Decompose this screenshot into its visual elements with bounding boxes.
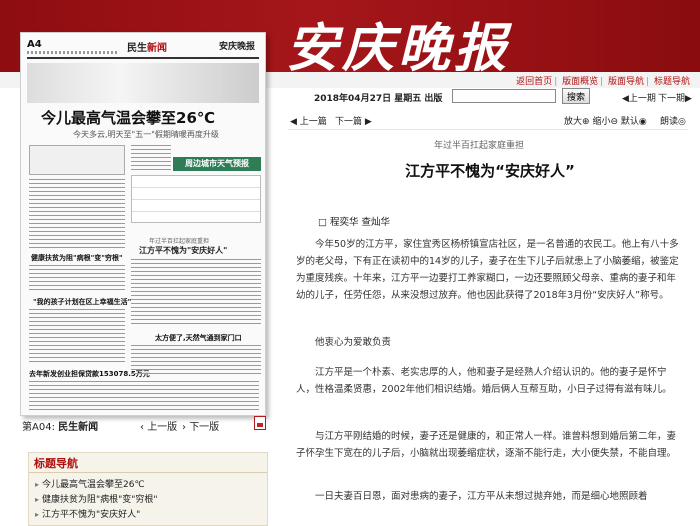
prev-page-link[interactable]: ‹ 上一版 — [140, 418, 177, 433]
pdf-icon[interactable] — [254, 416, 266, 430]
preview-brand: 安庆晚报 — [218, 42, 255, 52]
title-nav-heading: 标题导航 — [34, 457, 78, 470]
preview-section: 民生新闻 — [127, 43, 167, 54]
title-nav-item[interactable]: 江方平不愧为"安庆好人" — [35, 507, 158, 522]
article-subheading: 他衷心为爱敢负责 — [315, 337, 392, 348]
preview-text-block — [29, 309, 125, 365]
edition-date: 2018年04月27日 星期五 出版 — [314, 94, 443, 104]
preview-text-block — [131, 259, 261, 327]
preview-headline[interactable]: 今儿最高气温会攀至26℃ — [41, 107, 215, 128]
zoom-controls: 放大⊕ 缩小⊖ 默认◉ — [564, 114, 647, 127]
preview-page-label: A4 — [27, 39, 42, 50]
article-author: □ 程奕华 查灿华 — [318, 217, 391, 228]
triangle-left-icon: ◀ — [622, 94, 629, 104]
edition-toolbar: 2018年04月27日 星期五 出版 搜索 ◀上一期 下一期▶ — [280, 88, 700, 106]
preview-header: A4 民生新闻 安庆晚报 — [27, 37, 259, 59]
triangle-right-icon: ▶ — [685, 94, 692, 104]
current-page: 第A04: 民生新闻 — [22, 422, 99, 433]
search-input[interactable] — [452, 89, 556, 103]
title-nav-panel: 标题导航 今儿最高气温会攀至26℃ 健康扶贫为阻"病根"变"穷根" 江方平不愧为… — [28, 452, 268, 526]
read-aloud-button[interactable]: 朗读◎ — [660, 114, 686, 127]
zoom-in-button[interactable]: 放大⊕ — [564, 117, 590, 127]
next-edition-link[interactable]: 下一期▶ — [658, 91, 692, 104]
preview-mid-pretitle: 年过半百扛起家庭重担 — [149, 238, 210, 245]
preview-side-headline-1[interactable]: 健康扶贫为阻"病根"变"穷根" — [31, 253, 123, 263]
article-paragraph: 与江方平刚结婚的时候，妻子还是健康的，和正常人一样。谁曾料想到婚后第二年，妻子怀… — [296, 431, 677, 459]
preview-text-block — [29, 179, 125, 249]
preview-mid-title[interactable]: 江方平不愧为"安庆好人" — [139, 245, 227, 256]
nav-title-nav-link[interactable]: 标题导航 — [654, 77, 690, 87]
next-article-link[interactable]: 下一篇 ▶ — [335, 114, 372, 127]
site-logo: 安庆晚报 — [286, 18, 511, 79]
zoom-in-icon: ⊕ — [582, 117, 590, 127]
preview-text-block — [131, 145, 171, 171]
title-nav-item[interactable]: 健康扶贫为阻"病根"变"穷根" — [35, 492, 158, 507]
preview-side-headline-2[interactable]: "我的孩子计划在区上幸福生活" — [33, 297, 131, 307]
title-nav-item[interactable]: 今儿最高气温会攀至26℃ — [35, 477, 158, 492]
article-title: 江方平不愧为“安庆好人” — [405, 162, 575, 180]
divider — [29, 472, 267, 473]
nav-home-link[interactable]: 返回首页 — [516, 77, 552, 87]
article-paragraph: 江方平是一个朴素、老实忠厚的人，他和妻子是经熟人介绍认识的。他的妻子是怀宁人，性… — [296, 367, 672, 395]
nav-overview-link[interactable]: 版面概览 — [562, 77, 598, 87]
preview-dots — [27, 51, 117, 54]
reset-icon: ◉ — [638, 117, 647, 127]
top-nav: 返回首页 | 版面概览 | 版面导航 | 标题导航 — [516, 77, 690, 87]
title-nav-list: 今儿最高气温会攀至26℃ 健康扶贫为阻"病根"变"穷根" 江方平不愧为"安庆好人… — [35, 477, 158, 522]
search-button[interactable]: 搜索 — [562, 88, 590, 104]
zoom-out-button[interactable]: 缩小⊖ — [592, 117, 618, 127]
article-paragraph: 一日夫妻百日恩，面对患病的妻子，江方平从未想过抛弃她，而是细心地照顾着 — [315, 491, 648, 502]
preview-text-block — [29, 381, 259, 411]
zoom-out-icon: ⊖ — [610, 117, 618, 127]
prev-article-link[interactable]: ◀ 上一篇 — [290, 114, 327, 127]
article-body: 年过半百扛起家庭重担 江方平不愧为“安庆好人” □ 程奕华 查灿华 今年50岁的… — [288, 132, 692, 506]
left-column: A4 民生新闻 安庆晚报 今儿最高气温会攀至26℃ 今天多云,明天至"五一"假期… — [0, 20, 280, 526]
article-toolbar: ◀ 上一篇 下一篇 ▶ 放大⊕ 缩小⊖ 默认◉ 朗读◎ — [280, 112, 700, 128]
prev-edition-link[interactable]: ◀上一期 — [622, 91, 656, 104]
speaker-icon: ◎ — [678, 117, 686, 127]
preview-city-forecast-head: 周边城市天气预报 — [173, 157, 261, 171]
article-paragraph: 今年50岁的江方平，家住宜秀区杨桥镇宣店社区，是一名普通的农民工。他上有八十多岁… — [296, 239, 679, 301]
arrow-right-icon: ▶ — [362, 117, 372, 127]
newspaper-page-preview[interactable]: A4 民生新闻 安庆晚报 今儿最高气温会攀至26℃ 今天多云,明天至"五一"假期… — [20, 32, 266, 416]
arrow-left-icon: ◀ — [290, 117, 300, 127]
preview-subline: 今天多云,明天至"五一"假期晴暖再度升级 — [73, 130, 219, 139]
preview-weather-photo — [27, 63, 259, 103]
nav-page-nav-link[interactable]: 版面导航 — [608, 77, 644, 87]
article-pretitle: 年过半百扛起家庭重担 — [434, 141, 525, 151]
preview-forecast-table — [131, 175, 261, 223]
preview-text-block — [29, 265, 125, 293]
preview-text-block — [131, 345, 261, 377]
preview-lower-title[interactable]: 太方便了,天然气通到家门口 — [155, 333, 242, 343]
page-navigator: 第A04: 民生新闻 ‹ 上一版 › 下一版 — [22, 414, 270, 434]
next-page-link[interactable]: › 下一版 — [182, 418, 219, 433]
preview-weather-box — [29, 145, 125, 175]
zoom-reset-button[interactable]: 默认◉ — [621, 117, 647, 127]
divider — [288, 129, 688, 130]
